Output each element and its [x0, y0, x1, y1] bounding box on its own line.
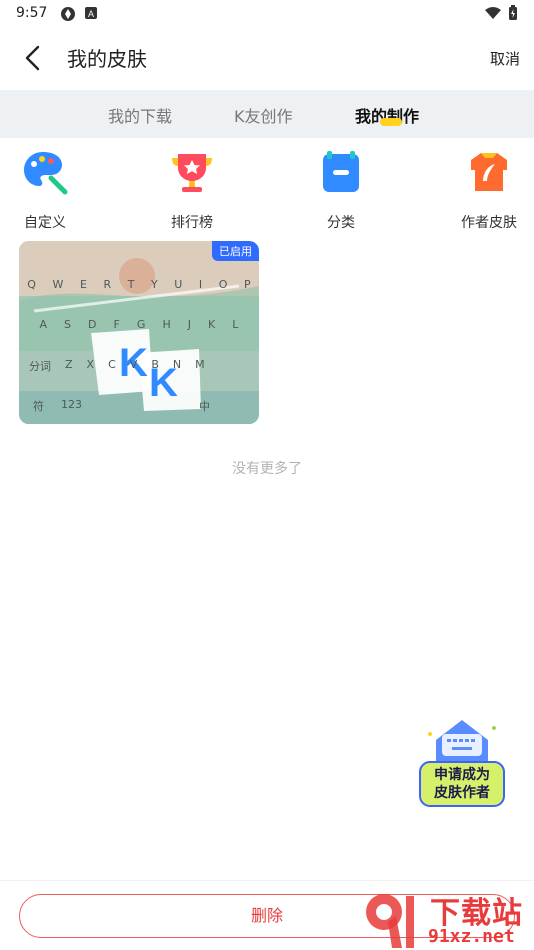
key-label: 123	[61, 398, 82, 411]
key-label: X	[86, 358, 95, 371]
back-button[interactable]	[20, 44, 46, 72]
key-label: Q	[27, 278, 36, 291]
key-label: W	[52, 278, 64, 291]
key-label: Y	[151, 278, 158, 291]
apply-author-text: 申请成为 皮肤作者	[416, 766, 508, 802]
category-icon	[323, 151, 359, 192]
shortcut-label: 作者皮肤	[461, 215, 517, 231]
author-skin-icon	[471, 153, 507, 191]
header: 我的皮肤 取消	[0, 28, 534, 88]
palette-icon	[24, 152, 68, 195]
key-label: Z	[65, 358, 73, 371]
battery-icon	[509, 5, 517, 20]
shortcut-label: 分类	[327, 215, 355, 231]
status-time: 9:57	[16, 5, 48, 21]
keyboard-row: 分词 Z X C V B N M	[19, 358, 259, 374]
sync-icon	[61, 7, 75, 21]
key-label: P	[243, 278, 251, 291]
status-badge: 已启用	[212, 241, 259, 261]
skin-card[interactable]: K K 已启用 Q W E R T Y U I O P A S D F G H …	[19, 241, 259, 424]
chevron-left-icon	[25, 45, 40, 71]
tab-bar: 我的下载 K友创作 我的制作	[0, 90, 534, 138]
skin-preview-background: K K	[19, 241, 259, 424]
active-tab-indicator	[380, 118, 402, 126]
key-label: M	[195, 358, 205, 371]
key-label: F	[113, 318, 120, 331]
key-label: J	[187, 318, 191, 331]
page-title: 我的皮肤	[67, 47, 147, 71]
status-bar: 9:57 A	[0, 0, 534, 28]
key-label: T	[127, 278, 135, 291]
key-label: S	[64, 318, 72, 331]
key-label: N	[172, 358, 182, 371]
key-label: V	[129, 358, 138, 371]
tab-my-downloads[interactable]: 我的下载	[108, 103, 172, 127]
key-label: L	[232, 318, 239, 331]
shortcut-category[interactable]: 分类	[296, 145, 386, 232]
watermark-domain: 91xz.net	[428, 926, 515, 947]
shortcut-ranking[interactable]: 排行榜	[147, 145, 237, 232]
key-label: U	[174, 278, 183, 291]
list-end-text: 没有更多了	[232, 461, 302, 477]
key-label: C	[108, 358, 116, 371]
key-label: 分词	[29, 360, 51, 373]
key-label: 中	[199, 400, 210, 413]
apply-author-button[interactable]: 申请成为 皮肤作者	[416, 718, 508, 810]
keyboard-row: A S D F G H J K L	[19, 318, 259, 331]
key-label: E	[79, 278, 87, 291]
keyboard-row: Q W E R T Y U I O P	[19, 278, 259, 291]
svg-text:A: A	[88, 9, 94, 19]
site-watermark: 下载站 91xz.net	[362, 886, 534, 950]
app-notification-icon: A	[85, 7, 97, 19]
key-label: G	[136, 318, 146, 331]
tab-kfriend-creations[interactable]: K友创作	[234, 103, 293, 127]
key-label: H	[162, 318, 171, 331]
watermark-logo-icon	[366, 894, 414, 948]
shortcut-author-skins[interactable]: 作者皮肤	[444, 145, 534, 232]
wifi-icon	[485, 7, 501, 19]
key-label: 符	[33, 400, 44, 413]
key-label: R	[103, 278, 112, 291]
key-label: A	[39, 318, 48, 331]
key-label: B	[151, 358, 159, 371]
key-label: O	[218, 278, 228, 291]
shortcut-grid: 自定义 排行榜 分类 作者皮肤	[0, 145, 534, 232]
apply-author-line1: 申请成为	[434, 767, 490, 783]
shortcut-customize[interactable]: 自定义	[0, 145, 90, 232]
key-label: I	[198, 278, 203, 291]
cancel-button[interactable]: 取消	[490, 48, 520, 69]
key-label: K	[208, 318, 216, 331]
key-label: D	[88, 318, 97, 331]
shortcut-label: 排行榜	[171, 215, 213, 231]
apply-author-line2: 皮肤作者	[434, 785, 490, 801]
shortcut-label: 自定义	[24, 215, 66, 231]
trophy-icon	[172, 154, 212, 192]
